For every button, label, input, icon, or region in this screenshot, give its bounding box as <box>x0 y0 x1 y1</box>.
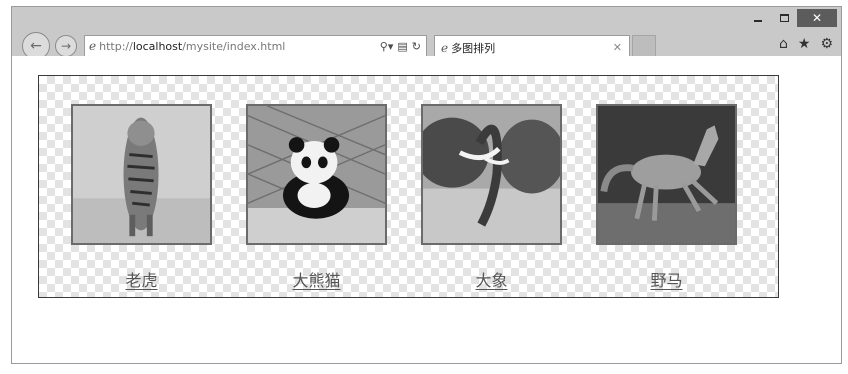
favorites-star-icon[interactable]: ★ <box>798 36 811 52</box>
search-icon[interactable]: ⚲▾ <box>380 40 394 53</box>
panda-image <box>248 106 385 243</box>
forward-button[interactable]: → <box>55 35 77 57</box>
home-icon[interactable]: ⌂ <box>779 36 788 52</box>
minimize-icon <box>754 20 762 22</box>
url-prefix: http:// <box>99 39 133 53</box>
caption-panda[interactable]: 大熊猫 <box>292 267 340 291</box>
forward-arrow-icon: → <box>60 39 72 53</box>
gallery-item-elephant: 大象 <box>421 104 562 291</box>
caption-elephant[interactable]: 大象 <box>475 267 507 291</box>
url-path: /mysite/index.html <box>182 39 286 53</box>
tiger-photo <box>71 104 212 245</box>
compatibility-view-icon[interactable]: ▤ <box>397 40 407 53</box>
elephant-photo <box>421 104 562 245</box>
back-arrow-icon: ← <box>30 38 42 54</box>
page-viewport: 老虎 大熊猫 大象 野马 <box>12 56 841 363</box>
browser-toolbar: ⌂ ★ ⚙ <box>779 36 833 52</box>
refresh-icon[interactable]: ↻ <box>412 40 421 53</box>
tab-page-icon: ℯ <box>441 40 449 55</box>
browser-window: ✕ ← → ℯ http:// localhost /mysite/index.… <box>11 6 842 364</box>
gallery-item-tiger: 老虎 <box>71 104 212 291</box>
image-gallery: 老虎 大熊猫 大象 野马 <box>38 75 779 298</box>
caption-horse[interactable]: 野马 <box>650 267 682 291</box>
url-host: localhost <box>132 39 183 53</box>
minimize-button[interactable] <box>745 9 771 27</box>
horse-photo <box>596 104 737 245</box>
address-tools: ⚲▾ ▤ ↻ <box>380 40 426 53</box>
elephant-image <box>423 106 560 243</box>
settings-gear-icon[interactable]: ⚙ <box>820 36 833 52</box>
tiger-image <box>73 106 210 243</box>
maximize-button[interactable] <box>771 9 797 27</box>
maximize-icon <box>779 14 789 22</box>
ie-page-icon: ℯ <box>89 39 97 53</box>
tab-close-icon[interactable]: ✕ <box>613 41 622 54</box>
caption-tiger[interactable]: 老虎 <box>125 267 157 291</box>
address-bar[interactable]: ℯ http:// localhost /mysite/index.html ⚲… <box>84 35 427 57</box>
window-controls: ✕ <box>745 9 837 27</box>
close-icon: ✕ <box>811 11 823 25</box>
panda-photo <box>246 104 387 245</box>
tab-title: 多图排列 <box>451 41 496 55</box>
close-window-button[interactable]: ✕ <box>797 9 837 27</box>
gallery-item-panda: 大熊猫 <box>246 104 387 291</box>
horse-image <box>598 106 735 243</box>
gallery-item-horse: 野马 <box>596 104 737 291</box>
